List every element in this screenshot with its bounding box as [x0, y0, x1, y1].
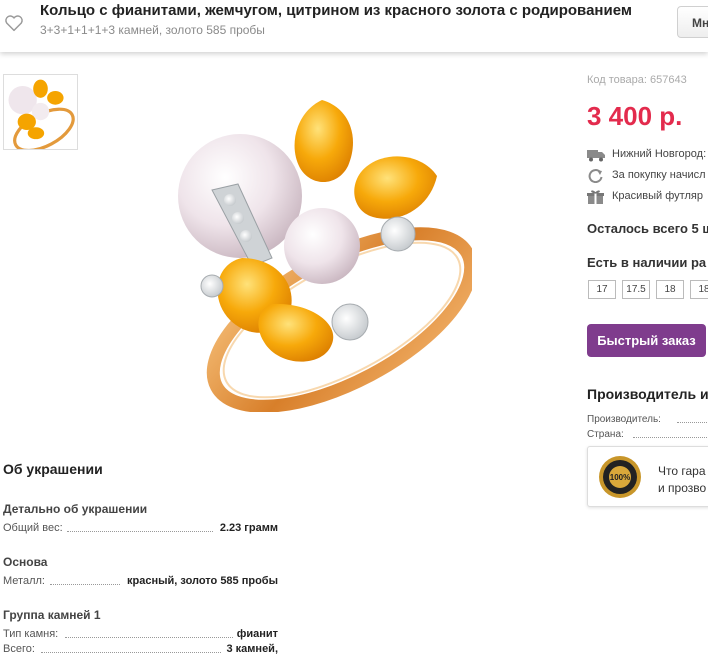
- feature-text: За покупку начисл: [612, 169, 706, 181]
- spec-label: Общий вес:: [3, 522, 63, 534]
- spec-row-metal: Металл: красный, золото 585 пробы: [3, 575, 278, 589]
- ring-thumbnail-image: [8, 79, 75, 153]
- gift-icon: [587, 190, 604, 204]
- manufacturer-row: Производитель:: [587, 414, 708, 426]
- product-title: Кольцо с фианитами, жемчугом, цитрином и…: [40, 2, 632, 19]
- spec-label: Тип камня:: [3, 628, 59, 640]
- size-option[interactable]: 18: [656, 280, 684, 299]
- guarantee-text-line1: Что гара: [658, 464, 706, 478]
- availability-title: Есть в наличии ра: [587, 255, 707, 270]
- quick-order-button[interactable]: Быстрый заказ: [587, 324, 706, 357]
- spec-value: фианит: [236, 628, 278, 640]
- size-option[interactable]: 17: [588, 280, 616, 299]
- spec-label: Всего:: [3, 643, 35, 655]
- spec-value: 3 камней,: [226, 643, 278, 655]
- country-label: Страна:: [587, 429, 624, 440]
- header-button[interactable]: Мн: [677, 6, 708, 38]
- product-header: Кольцо с фианитами, жемчугом, цитрином и…: [0, 0, 708, 52]
- product-subtitle: 3+3+1+1+1+3 камней, золото 585 пробы: [40, 23, 265, 37]
- feature-text: Красивый футляр: [612, 190, 703, 202]
- spec-row-weight: Общий вес: 2.23 грамм: [3, 522, 278, 536]
- guarantee-seal-icon: 100%: [599, 456, 641, 498]
- country-row: Страна:: [587, 429, 708, 441]
- group-title-base: Основа: [3, 555, 48, 569]
- size-option[interactable]: 18: [690, 280, 708, 299]
- stock-status: Осталось всего 5 ш: [587, 221, 708, 236]
- refresh-icon: [588, 169, 603, 183]
- seal-text: 100%: [610, 473, 630, 482]
- spec-row-stone-type: Тип камня: фианит: [3, 628, 278, 642]
- manufacturer-title: Производитель и: [587, 386, 708, 402]
- heart-icon[interactable]: [3, 12, 25, 34]
- group-title-stones: Группа камней 1: [3, 608, 101, 622]
- guarantee-box[interactable]: 100% Что гара и прозво: [587, 446, 708, 507]
- spec-value: красный, золото 585 пробы: [127, 575, 278, 587]
- feature-text: Нижний Новгород:: [612, 148, 707, 160]
- spec-row-total: Всего: 3 камней,: [3, 643, 278, 657]
- ring-main-image[interactable]: [172, 88, 472, 412]
- manufacturer-label: Производитель:: [587, 414, 661, 425]
- product-sku: Код товара: 657643: [587, 74, 687, 86]
- product-price: 3 400 р.: [587, 101, 683, 131]
- product-thumbnail[interactable]: [3, 74, 78, 153]
- about-title: Об украшении: [3, 461, 103, 477]
- group-title-details: Детально об украшении: [3, 502, 148, 516]
- size-option[interactable]: 17.5: [622, 280, 650, 299]
- truck-icon: [587, 150, 605, 162]
- guarantee-text-line2: и прозво: [658, 481, 707, 495]
- spec-label: Металл:: [3, 575, 45, 587]
- spec-value: 2.23 грамм: [219, 522, 278, 534]
